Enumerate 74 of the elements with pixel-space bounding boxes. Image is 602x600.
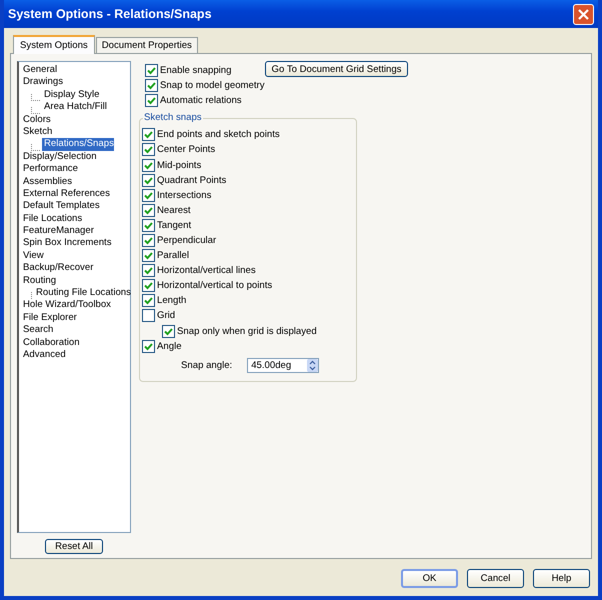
checkbox-label: Automatic relations xyxy=(160,95,242,106)
checkbox[interactable] xyxy=(142,174,155,187)
checkbox[interactable] xyxy=(142,294,155,308)
checkbox-label: Nearest xyxy=(157,204,191,216)
tree-item[interactable]: Backup/Recover xyxy=(21,262,94,275)
checkbox[interactable] xyxy=(142,249,155,262)
checkbox-label: Horizontal/vertical lines xyxy=(157,265,256,276)
close-button[interactable] xyxy=(573,4,594,24)
checkbox-label: End points and sketch points xyxy=(157,129,280,140)
checkbox[interactable] xyxy=(145,94,158,108)
checkbox-label: Center Points xyxy=(157,144,216,156)
tree-item[interactable]: File Explorer xyxy=(21,312,77,324)
tree-item[interactable]: Routing xyxy=(21,274,56,288)
tab[interactable]: Document Properties xyxy=(96,37,198,53)
checkbox-label: Parallel xyxy=(157,250,189,262)
checkbox-label: Mid-points xyxy=(157,160,202,171)
checkbox[interactable] xyxy=(142,218,155,232)
tree-item[interactable]: View xyxy=(21,250,44,262)
tree-item[interactable]: Hole Wizard/Toolbox xyxy=(21,299,111,312)
tree-item[interactable]: Default Templates xyxy=(21,200,100,213)
checkbox-label: Intersections xyxy=(157,190,212,201)
checkbox[interactable] xyxy=(142,204,155,217)
checkbox-label: Grid xyxy=(157,310,176,322)
tree-item[interactable]: Drawings xyxy=(21,76,63,89)
field-label: Snap angle: xyxy=(181,360,232,372)
tree-item[interactable]: Search xyxy=(21,324,54,337)
tree-item[interactable]: Advanced xyxy=(21,348,66,362)
tree-item[interactable]: Area Hatch/Fill xyxy=(42,101,107,114)
checkbox[interactable] xyxy=(162,324,175,338)
window-title: System Options - Relations/Snaps xyxy=(8,7,212,21)
tree-item[interactable]: Performance xyxy=(21,163,78,176)
checkbox-label: Angle xyxy=(157,340,182,352)
checkbox-label: Snap only when grid is displayed xyxy=(177,326,317,337)
checkbox[interactable] xyxy=(142,309,155,322)
grid-settings-button[interactable]: Go To Document Grid Settings xyxy=(264,61,408,77)
group-title: Sketch snaps xyxy=(143,112,203,124)
tree-item[interactable]: FeatureManager xyxy=(21,225,94,238)
tree-item[interactable]: Spin Box Increments xyxy=(21,237,112,250)
dialog-button[interactable]: Help xyxy=(533,569,590,588)
checkbox-label: Snap to model geometry xyxy=(160,80,265,92)
checkbox-label: Enable snapping xyxy=(160,65,232,76)
dialog-button[interactable]: OK xyxy=(401,569,458,588)
checkbox[interactable] xyxy=(142,340,155,353)
checkbox[interactable] xyxy=(145,79,158,92)
close-icon xyxy=(577,8,590,20)
tree-item[interactable]: General xyxy=(21,64,58,76)
reset-all-button[interactable]: Reset All xyxy=(45,539,103,554)
checkbox[interactable] xyxy=(142,234,155,247)
tree-item[interactable]: Routing File Locations xyxy=(34,287,131,300)
dialog-button[interactable]: Cancel xyxy=(467,569,524,588)
checkbox[interactable] xyxy=(142,279,155,292)
checkbox[interactable] xyxy=(142,128,155,142)
checkbox-label: Perpendicular xyxy=(157,234,216,246)
checkbox[interactable] xyxy=(142,264,155,278)
checkbox-label: Horizontal/vertical to points xyxy=(157,280,272,292)
checkbox-label: Length xyxy=(157,295,186,306)
tree-item[interactable]: Relations/Snaps xyxy=(42,138,114,151)
checkbox-label: Quadrant Points xyxy=(157,174,226,186)
tree-item[interactable]: File Locations xyxy=(21,212,82,226)
tree-item[interactable]: Colors xyxy=(21,114,51,126)
checkbox[interactable] xyxy=(142,158,155,172)
spin-field[interactable]: 45.00deg xyxy=(247,358,320,374)
checkbox[interactable] xyxy=(142,143,155,156)
checkbox[interactable] xyxy=(145,64,158,78)
tree-item[interactable]: Assemblies xyxy=(21,176,72,188)
tree-item[interactable]: Display/Selection xyxy=(21,150,97,164)
checkbox-label: Tangent xyxy=(157,220,192,231)
tab[interactable]: System Options xyxy=(13,35,95,54)
tree-item[interactable]: Sketch xyxy=(21,126,52,138)
checkbox[interactable] xyxy=(142,188,155,202)
tree-item[interactable]: Display Style xyxy=(42,88,100,102)
tree-item[interactable]: External References xyxy=(21,188,110,200)
tree-item[interactable]: Collaboration xyxy=(21,336,80,349)
spin-arrows-icon[interactable] xyxy=(307,359,318,372)
